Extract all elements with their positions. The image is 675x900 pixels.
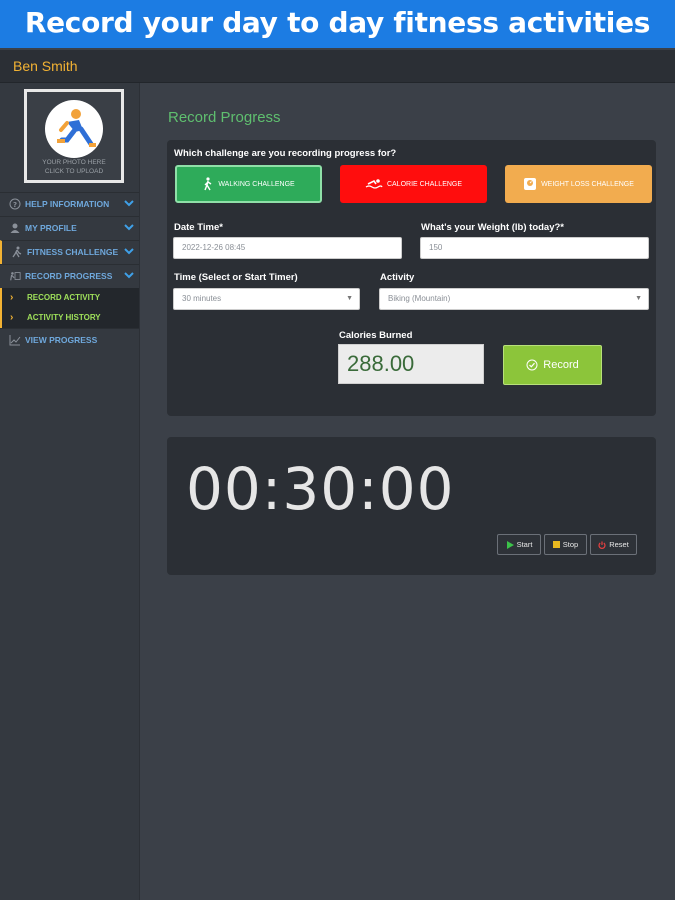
weight-input[interactable]: 150 (420, 237, 649, 259)
sidebar-item-profile[interactable]: MY PROFILE (0, 216, 139, 240)
weight-label: What's your Weight (lb) today?* (421, 222, 564, 233)
calories-value: 288.00 (338, 344, 484, 384)
play-icon (506, 540, 514, 549)
username[interactable]: Ben Smith (13, 58, 78, 74)
dropdown-caret-icon: ▼ (346, 295, 353, 302)
swimming-icon (365, 179, 383, 189)
exercise-person-icon (57, 109, 96, 147)
sidebar-item-label: VIEW PROGRESS (25, 335, 98, 345)
scale-icon (524, 178, 537, 190)
record-button[interactable]: Record (503, 345, 602, 385)
sidebar-item-fitness-challenge[interactable]: FITNESS CHALLENGE (0, 240, 139, 264)
sidebar-item-label: HELP INFORMATION (25, 199, 110, 209)
runner-icon (12, 246, 22, 258)
timer-start-button[interactable]: Start (497, 534, 541, 555)
sidebar: YOUR PHOTO HERE CLICK TO UPLOAD ? HELP I… (0, 83, 140, 900)
sidebar-subitem-activity-history[interactable]: ACTIVITY HISTORY (0, 308, 139, 328)
timer-reset-button[interactable]: Reset (590, 534, 637, 555)
chevron-down-icon (124, 200, 134, 207)
date-time-label: Date Time* (174, 222, 223, 233)
weight-loss-challenge-button[interactable]: WEIGHT LOSS CHALLENGE (505, 165, 652, 203)
avatar (45, 100, 103, 158)
walking-icon (204, 177, 212, 191)
record-progress-form: Which challenge are you recording progre… (167, 140, 656, 416)
sidebar-item-help[interactable]: ? HELP INFORMATION (0, 192, 139, 216)
timer-stop-button[interactable]: Stop (544, 534, 587, 555)
calorie-challenge-button[interactable]: CALORIE CHALLENGE (340, 165, 487, 203)
banner-title: Record your day to day fitness activitie… (24, 6, 651, 39)
user-icon (10, 223, 20, 233)
sidebar-item-label: RECORD PROGRESS (25, 271, 113, 281)
chart-icon (9, 335, 21, 346)
profile-photo-upload[interactable]: YOUR PHOTO HERE CLICK TO UPLOAD (24, 89, 124, 183)
check-circle-icon (526, 359, 538, 371)
chevron-down-icon (124, 272, 134, 279)
help-circle-icon: ? (9, 198, 21, 210)
record-progress-submenu: RECORD ACTIVITY ACTIVITY HISTORY (0, 288, 139, 328)
time-select[interactable]: 30 minutes ▼ (173, 288, 360, 310)
power-icon (598, 541, 606, 549)
page-title: Record Progress (168, 109, 281, 126)
calories-label: Calories Burned (339, 330, 413, 341)
sidebar-item-label: FITNESS CHALLENGE (27, 247, 119, 257)
photo-hint: YOUR PHOTO HERE CLICK TO UPLOAD (42, 159, 106, 175)
promo-banner: Record your day to day fitness activitie… (0, 0, 675, 48)
sidebar-subitem-record-activity[interactable]: RECORD ACTIVITY (0, 288, 139, 308)
time-label: Time (Select or Start Timer) (174, 272, 298, 283)
chevron-down-icon (124, 248, 134, 255)
date-time-input[interactable]: 2022-12-26 08:45 (173, 237, 402, 259)
timer-panel: 00:30:00 Start Stop Reset (167, 437, 656, 575)
sidebar-item-view-progress[interactable]: VIEW PROGRESS (0, 328, 139, 352)
svg-text:?: ? (13, 201, 17, 209)
walking-challenge-button[interactable]: WALKING CHALLENGE (175, 165, 322, 203)
dropdown-caret-icon: ▼ (635, 295, 642, 302)
record-icon (10, 272, 21, 281)
sidebar-item-label: MY PROFILE (25, 223, 77, 233)
top-bar: Ben Smith (0, 50, 675, 83)
activity-label: Activity (380, 272, 415, 283)
activity-select[interactable]: Biking (Mountain) ▼ (379, 288, 649, 310)
sidebar-item-record-progress[interactable]: RECORD PROGRESS (0, 264, 139, 288)
timer-display: 00:30:00 (186, 455, 455, 523)
challenge-question: Which challenge are you recording progre… (174, 148, 397, 159)
side-menu: ? HELP INFORMATION MY PROFILE FITNESS CH… (0, 192, 139, 352)
chevron-down-icon (124, 224, 134, 231)
stop-icon (552, 541, 560, 548)
